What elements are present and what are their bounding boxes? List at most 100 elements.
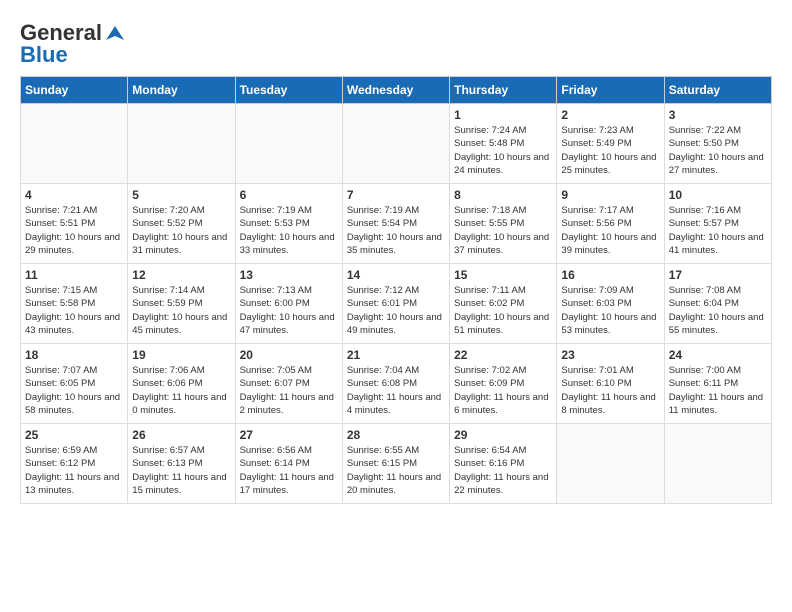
day-number: 22 — [454, 348, 552, 362]
day-number: 6 — [240, 188, 338, 202]
calendar-cell: 14 Sunrise: 7:12 AMSunset: 6:01 PMDayligh… — [342, 264, 449, 344]
day-info: Sunrise: 7:20 AMSunset: 5:52 PMDaylight:… — [132, 204, 230, 257]
day-number: 23 — [561, 348, 659, 362]
week-row-1: 4Sunrise: 7:21 AMSunset: 5:51 PMDaylight… — [21, 184, 772, 264]
calendar-cell: 13 Sunrise: 7:13 AMSunset: 6:00 PMDayligh… — [235, 264, 342, 344]
calendar-cell — [128, 104, 235, 184]
day-number: 1 — [454, 108, 552, 122]
day-number: 21 — [347, 348, 445, 362]
calendar-cell: 18Sunrise: 7:07 AMSunset: 6:05 PMDayligh… — [21, 344, 128, 424]
day-info: Sunrise: 7:13 AMSunset: 6:00 PMDaylight:… — [240, 284, 338, 337]
day-info: Sunrise: 7:11 AMSunset: 6:02 PMDaylight:… — [454, 284, 552, 337]
calendar-cell: 2Sunrise: 7:23 AMSunset: 5:49 PMDaylight… — [557, 104, 664, 184]
day-header-saturday: Saturday — [664, 77, 771, 104]
calendar-cell: 23 Sunrise: 7:01 AMSunset: 6:10 PMDayligh… — [557, 344, 664, 424]
day-number: 15 — [454, 268, 552, 282]
day-number: 12 — [132, 268, 230, 282]
calendar-cell: 24 Sunrise: 7:00 AMSunset: 6:11 PMDayligh… — [664, 344, 771, 424]
day-info: Sunrise: 7:19 AMSunset: 5:53 PMDaylight:… — [240, 204, 338, 257]
calendar-cell: 7 Sunrise: 7:19 AMSunset: 5:54 PMDaylight… — [342, 184, 449, 264]
calendar-cell: 5 Sunrise: 7:20 AMSunset: 5:52 PMDaylight… — [128, 184, 235, 264]
day-number: 19 — [132, 348, 230, 362]
calendar-cell — [21, 104, 128, 184]
logo-bird-icon — [104, 22, 126, 44]
day-number: 14 — [347, 268, 445, 282]
day-number: 7 — [347, 188, 445, 202]
day-number: 24 — [669, 348, 767, 362]
day-info: Sunrise: 7:02 AMSunset: 6:09 PMDaylight:… — [454, 364, 552, 417]
day-info: Sunrise: 7:00 AMSunset: 6:11 PMDaylight:… — [669, 364, 767, 417]
day-number: 13 — [240, 268, 338, 282]
day-number: 9 — [561, 188, 659, 202]
day-info: Sunrise: 6:56 AMSunset: 6:14 PMDaylight:… — [240, 444, 338, 497]
page-header: General Blue — [20, 20, 772, 68]
day-number: 10 — [669, 188, 767, 202]
calendar-cell: 15 Sunrise: 7:11 AMSunset: 6:02 PMDayligh… — [450, 264, 557, 344]
day-info: Sunrise: 7:22 AMSunset: 5:50 PMDaylight:… — [669, 124, 767, 177]
day-number: 16 — [561, 268, 659, 282]
calendar-cell: 27 Sunrise: 6:56 AMSunset: 6:14 PMDayligh… — [235, 424, 342, 504]
day-info: Sunrise: 7:01 AMSunset: 6:10 PMDaylight:… — [561, 364, 659, 417]
day-info: Sunrise: 7:12 AMSunset: 6:01 PMDaylight:… — [347, 284, 445, 337]
day-info: Sunrise: 7:14 AMSunset: 5:59 PMDaylight:… — [132, 284, 230, 337]
calendar-cell: 26Sunrise: 6:57 AMSunset: 6:13 PMDayligh… — [128, 424, 235, 504]
day-number: 28 — [347, 428, 445, 442]
calendar-cell: 19 Sunrise: 7:06 AMSunset: 6:06 PMDayligh… — [128, 344, 235, 424]
day-info: Sunrise: 7:24 AMSunset: 5:48 PMDaylight:… — [454, 124, 552, 177]
day-info: Sunrise: 7:15 AMSunset: 5:58 PMDaylight:… — [25, 284, 123, 337]
logo-blue: Blue — [20, 42, 68, 68]
calendar-cell: 22 Sunrise: 7:02 AMSunset: 6:09 PMDayligh… — [450, 344, 557, 424]
calendar-cell: 17 Sunrise: 7:08 AMSunset: 6:04 PMDayligh… — [664, 264, 771, 344]
day-number: 17 — [669, 268, 767, 282]
week-row-3: 18Sunrise: 7:07 AMSunset: 6:05 PMDayligh… — [21, 344, 772, 424]
day-info: Sunrise: 7:19 AMSunset: 5:54 PMDaylight:… — [347, 204, 445, 257]
calendar-cell: 4Sunrise: 7:21 AMSunset: 5:51 PMDaylight… — [21, 184, 128, 264]
day-info: Sunrise: 6:54 AMSunset: 6:16 PMDaylight:… — [454, 444, 552, 497]
day-info: Sunrise: 7:04 AMSunset: 6:08 PMDaylight:… — [347, 364, 445, 417]
day-number: 27 — [240, 428, 338, 442]
day-number: 20 — [240, 348, 338, 362]
day-info: Sunrise: 7:21 AMSunset: 5:51 PMDaylight:… — [25, 204, 123, 257]
day-header-sunday: Sunday — [21, 77, 128, 104]
day-info: Sunrise: 7:17 AMSunset: 5:56 PMDaylight:… — [561, 204, 659, 257]
day-number: 26 — [132, 428, 230, 442]
calendar-cell: 21 Sunrise: 7:04 AMSunset: 6:08 PMDayligh… — [342, 344, 449, 424]
week-row-0: 1 Sunrise: 7:24 AMSunset: 5:48 PMDaylight… — [21, 104, 772, 184]
calendar-table: SundayMondayTuesdayWednesdayThursdayFrid… — [20, 76, 772, 504]
header-row: SundayMondayTuesdayWednesdayThursdayFrid… — [21, 77, 772, 104]
calendar-cell — [664, 424, 771, 504]
calendar-cell: 6 Sunrise: 7:19 AMSunset: 5:53 PMDaylight… — [235, 184, 342, 264]
day-number: 11 — [25, 268, 123, 282]
day-number: 29 — [454, 428, 552, 442]
calendar-cell: 25 Sunrise: 6:59 AMSunset: 6:12 PMDayligh… — [21, 424, 128, 504]
day-info: Sunrise: 6:55 AMSunset: 6:15 PMDaylight:… — [347, 444, 445, 497]
day-info: Sunrise: 6:59 AMSunset: 6:12 PMDaylight:… — [25, 444, 123, 497]
calendar-cell: 8Sunrise: 7:18 AMSunset: 5:55 PMDaylight… — [450, 184, 557, 264]
day-header-thursday: Thursday — [450, 77, 557, 104]
day-number: 5 — [132, 188, 230, 202]
day-number: 25 — [25, 428, 123, 442]
day-info: Sunrise: 7:18 AMSunset: 5:55 PMDaylight:… — [454, 204, 552, 257]
calendar-cell: 20Sunrise: 7:05 AMSunset: 6:07 PMDayligh… — [235, 344, 342, 424]
calendar-cell — [557, 424, 664, 504]
day-info: Sunrise: 7:06 AMSunset: 6:06 PMDaylight:… — [132, 364, 230, 417]
week-row-4: 25 Sunrise: 6:59 AMSunset: 6:12 PMDayligh… — [21, 424, 772, 504]
day-info: Sunrise: 7:08 AMSunset: 6:04 PMDaylight:… — [669, 284, 767, 337]
calendar-cell: 9 Sunrise: 7:17 AMSunset: 5:56 PMDaylight… — [557, 184, 664, 264]
day-info: Sunrise: 7:16 AMSunset: 5:57 PMDaylight:… — [669, 204, 767, 257]
calendar-cell: 3Sunrise: 7:22 AMSunset: 5:50 PMDaylight… — [664, 104, 771, 184]
day-info: Sunrise: 7:09 AMSunset: 6:03 PMDaylight:… — [561, 284, 659, 337]
calendar-cell: 10 Sunrise: 7:16 AMSunset: 5:57 PMDayligh… — [664, 184, 771, 264]
day-header-monday: Monday — [128, 77, 235, 104]
calendar-cell: 12 Sunrise: 7:14 AMSunset: 5:59 PMDayligh… — [128, 264, 235, 344]
calendar-cell: 1 Sunrise: 7:24 AMSunset: 5:48 PMDaylight… — [450, 104, 557, 184]
day-info: Sunrise: 7:23 AMSunset: 5:49 PMDaylight:… — [561, 124, 659, 177]
calendar-cell — [235, 104, 342, 184]
logo: General Blue — [20, 20, 126, 68]
week-row-2: 11 Sunrise: 7:15 AMSunset: 5:58 PMDayligh… — [21, 264, 772, 344]
calendar-cell — [342, 104, 449, 184]
calendar-cell: 29 Sunrise: 6:54 AMSunset: 6:16 PMDayligh… — [450, 424, 557, 504]
calendar-cell: 28 Sunrise: 6:55 AMSunset: 6:15 PMDayligh… — [342, 424, 449, 504]
day-header-friday: Friday — [557, 77, 664, 104]
day-number: 18 — [25, 348, 123, 362]
